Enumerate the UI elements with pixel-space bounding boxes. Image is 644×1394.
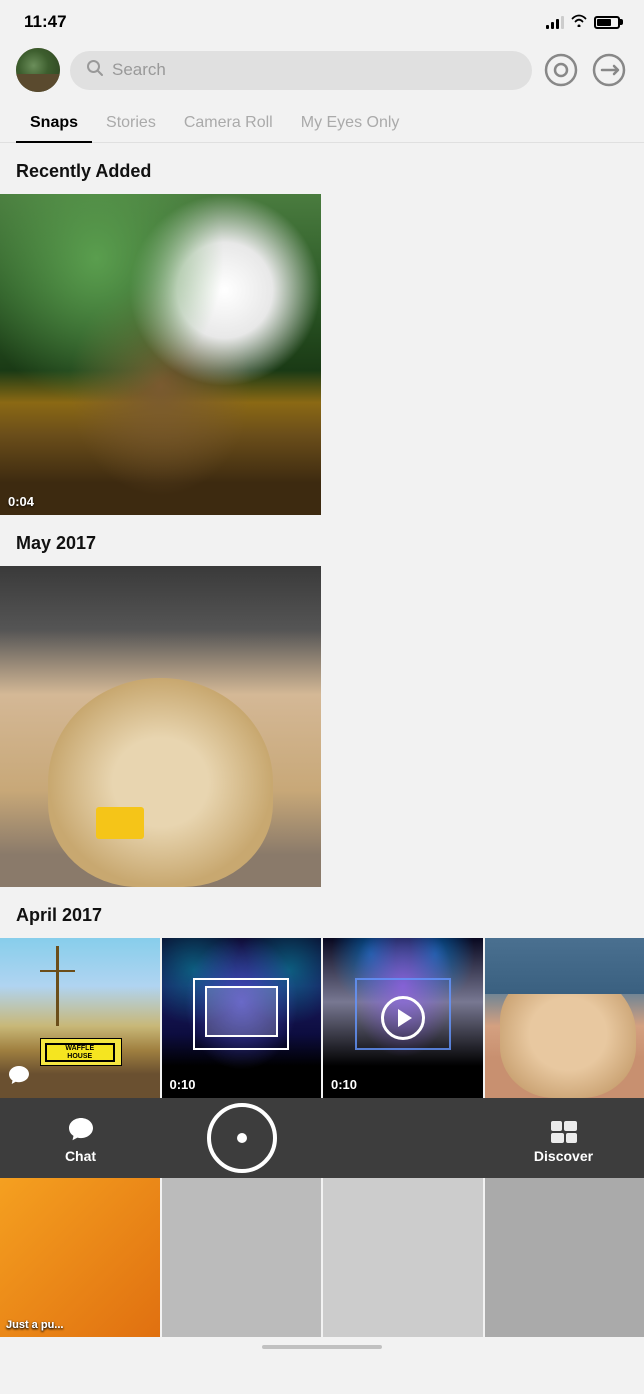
search-icon (86, 59, 104, 82)
snap-thumbnail-concert1[interactable]: 0:10 (162, 938, 322, 1098)
bottom-nav: Chat Discover (0, 1098, 644, 1178)
nav-chat[interactable]: Chat (0, 1098, 161, 1178)
avatar[interactable] (16, 48, 60, 92)
battery-icon (594, 16, 620, 29)
search-placeholder-text: Search (112, 60, 166, 80)
more-snaps-row: Just a pu... (0, 1178, 644, 1338)
play-button-overlay[interactable] (381, 996, 425, 1040)
snap-duration-concert1: 0:10 (170, 1077, 196, 1092)
tabs-bar: Snaps Stories Camera Roll My Eyes Only (0, 104, 644, 143)
snap-thumbnail-extra3[interactable] (485, 1178, 644, 1338)
april-2017-title: April 2017 (0, 887, 644, 938)
orange-snap-caption: Just a pu... (6, 1319, 63, 1331)
april-2017-grid: WAFFLEHOUSE 0:10 0:10 (0, 938, 644, 1098)
snap-duration-plant: 0:04 (8, 494, 34, 509)
snap-thumbnail-orange[interactable]: Just a pu... (0, 1178, 160, 1338)
status-icons (546, 13, 620, 32)
tab-my-eyes-only[interactable]: My Eyes Only (287, 104, 414, 142)
nav-discover-label: Discover (534, 1148, 593, 1164)
recently-added-grid: 0:04 (0, 194, 644, 515)
status-bar: 11:47 (0, 0, 644, 40)
camera-ring-icon (207, 1103, 277, 1173)
snap-thumbnail-puppy[interactable] (485, 938, 644, 1098)
content-area: Recently Added 0:04 May 2017 April 2017 … (0, 143, 644, 1098)
snap-thumbnail-extra2[interactable] (323, 1178, 483, 1338)
snap-thumbnail-plant[interactable]: 0:04 (0, 194, 321, 515)
nav-discover[interactable]: Discover (483, 1098, 644, 1178)
home-indicator (0, 1337, 644, 1353)
add-snap-button[interactable] (590, 51, 628, 89)
may-2017-title: May 2017 (0, 515, 644, 566)
tab-camera-roll[interactable]: Camera Roll (170, 104, 287, 142)
nav-camera[interactable] (161, 1098, 322, 1178)
nav-chat-label: Chat (65, 1148, 96, 1164)
tab-snaps[interactable]: Snaps (16, 104, 92, 142)
status-time: 11:47 (24, 12, 67, 32)
snap-thumbnail-dog[interactable] (0, 566, 321, 887)
profile-button[interactable] (542, 51, 580, 89)
recently-added-title: Recently Added (0, 143, 644, 194)
home-indicator-bar (262, 1345, 382, 1349)
signal-bars-icon (546, 15, 564, 29)
waffle-house-sign: WAFFLEHOUSE (45, 1043, 115, 1062)
chat-icon (67, 1116, 95, 1144)
snap-thumbnail-concert2[interactable]: 0:10 (323, 938, 483, 1098)
search-bar[interactable]: Search (70, 51, 532, 90)
wifi-icon (570, 13, 588, 32)
camera-button[interactable] (207, 1103, 277, 1173)
snap-thumbnail-extra1[interactable] (162, 1178, 322, 1338)
snap-duration-concert2: 0:10 (331, 1077, 357, 1092)
header: Search (0, 40, 644, 104)
may-2017-grid (0, 566, 644, 887)
nav-camera-empty (322, 1098, 483, 1178)
discover-icon (550, 1120, 578, 1144)
tab-stories[interactable]: Stories (92, 104, 170, 142)
snap-thumbnail-waffle[interactable]: WAFFLEHOUSE (0, 938, 160, 1098)
